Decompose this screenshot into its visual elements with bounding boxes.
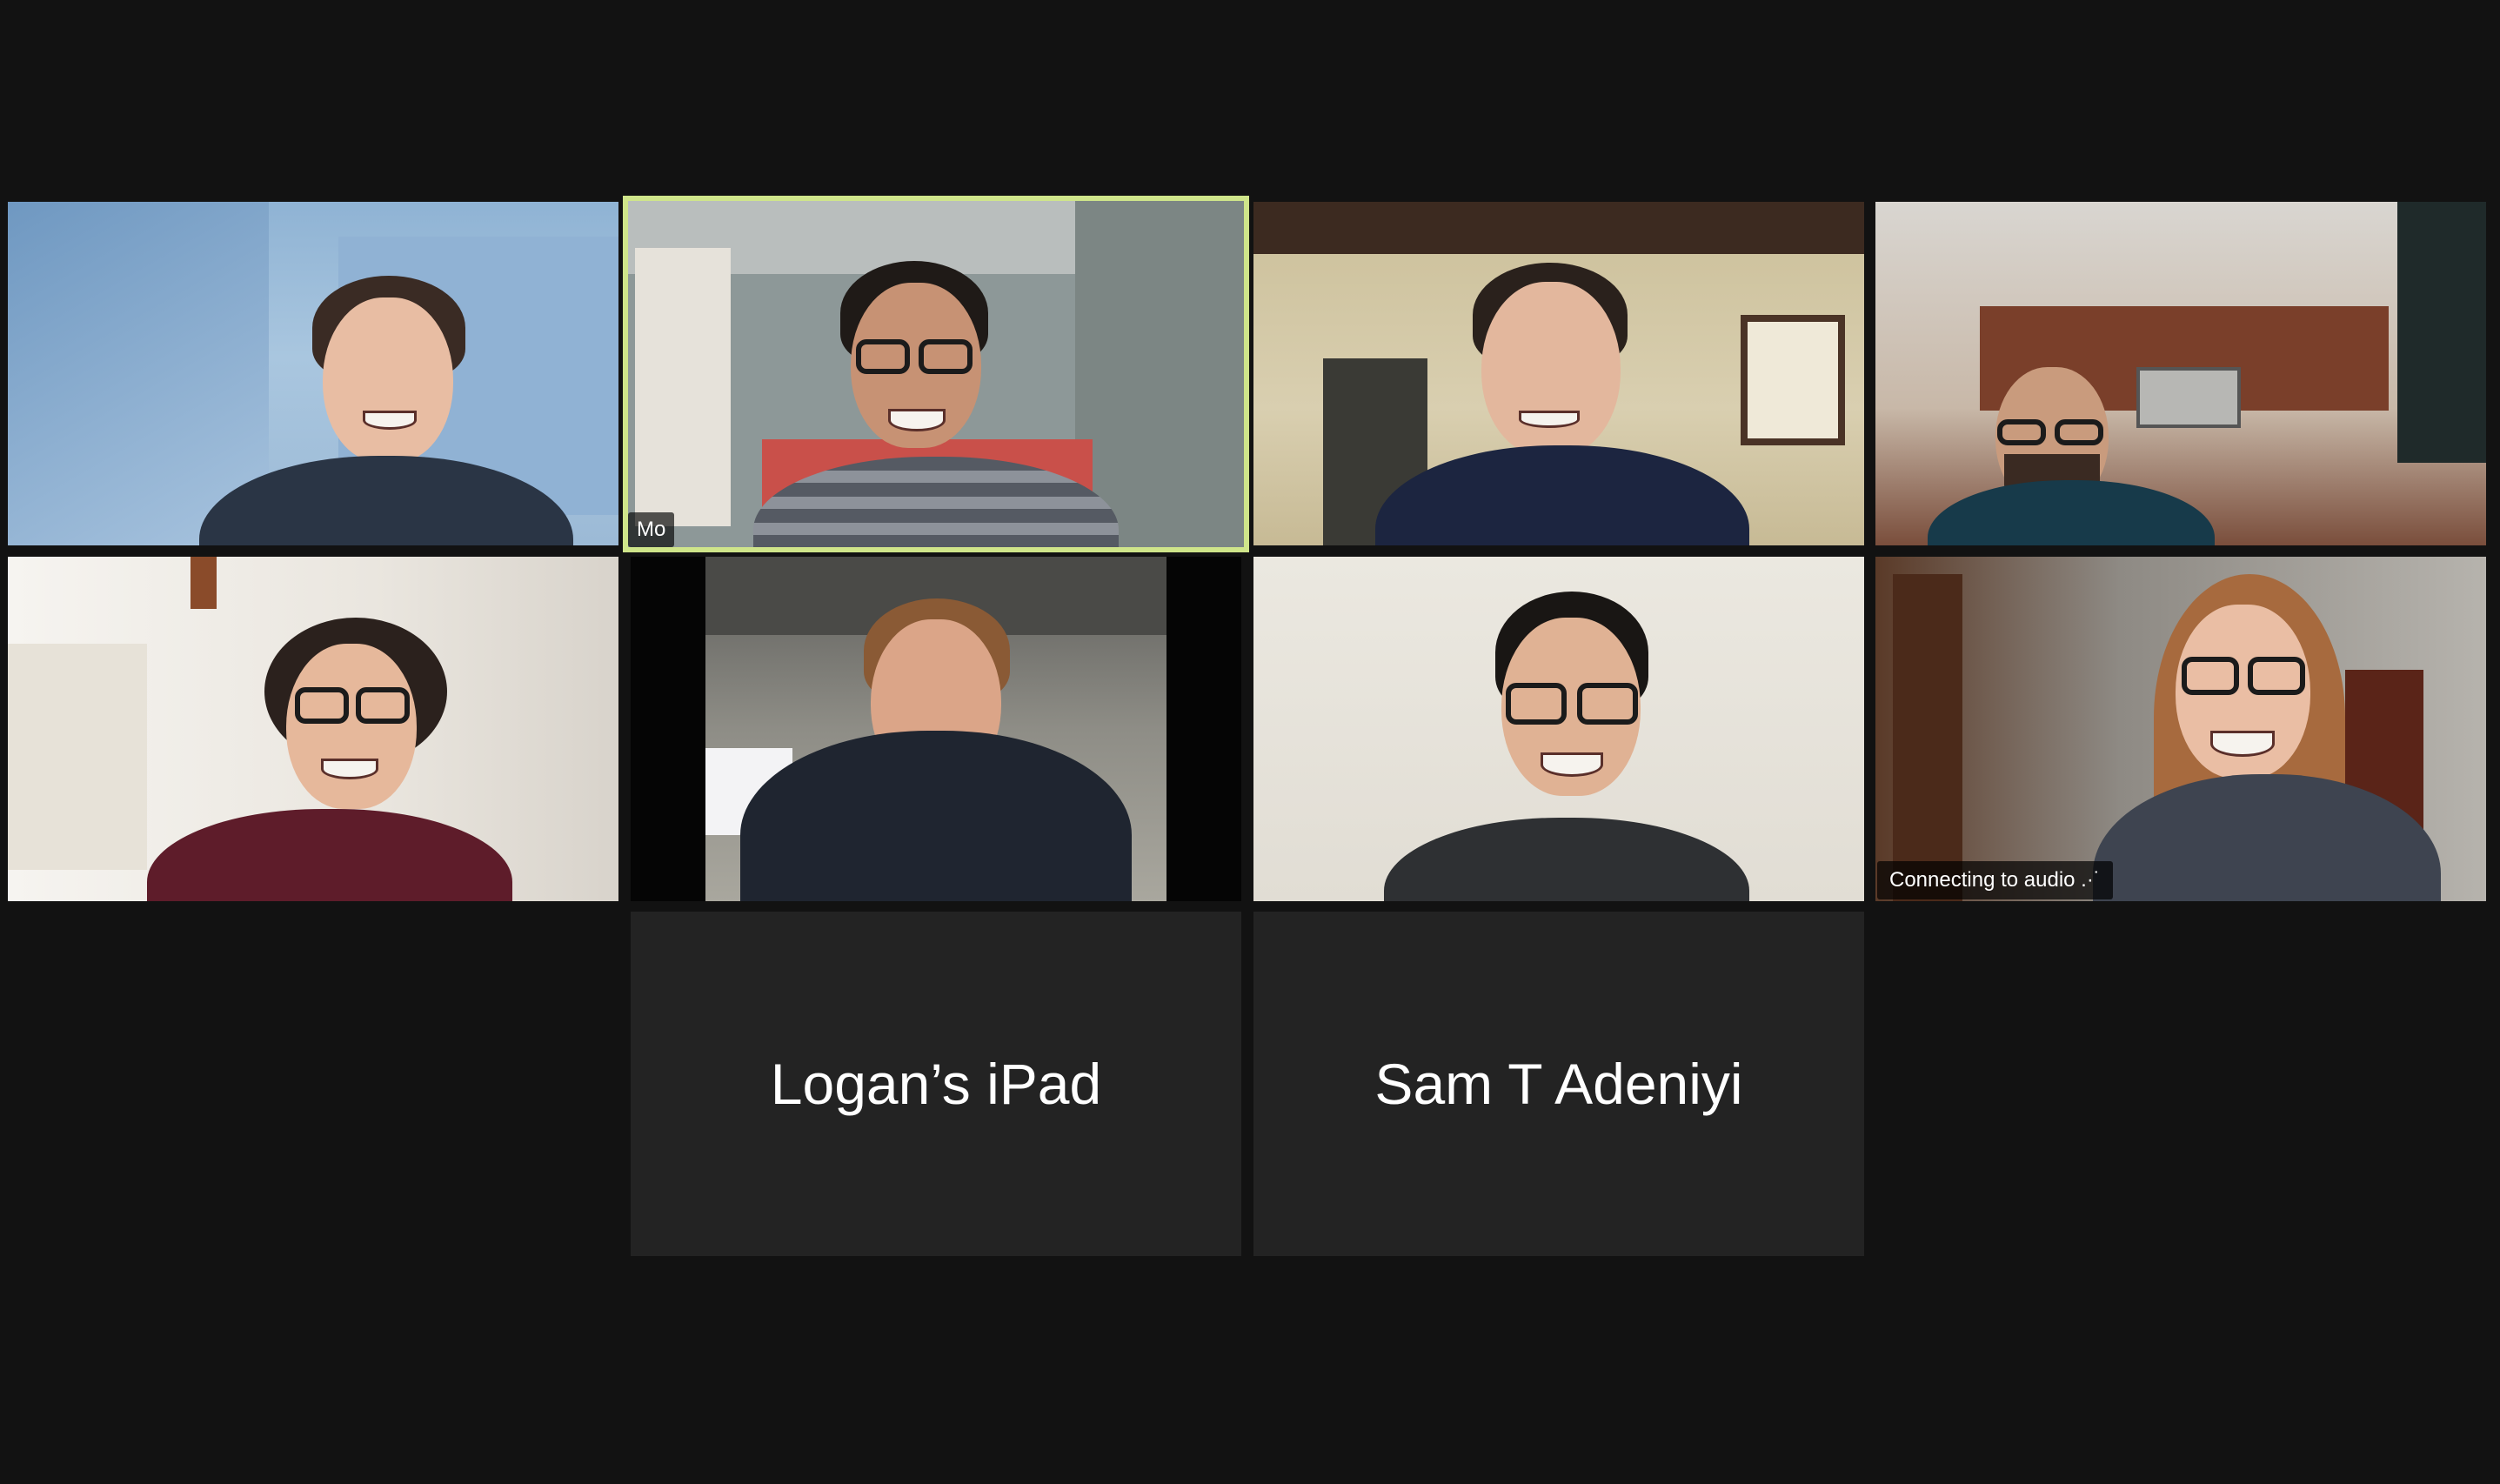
participant-video xyxy=(8,202,618,545)
participant-video xyxy=(1875,202,2486,545)
participant-display-name: Sam T Adeniyi xyxy=(1374,1052,1743,1116)
video-tile-6[interactable] xyxy=(631,557,1241,901)
participant-video xyxy=(1253,202,1864,545)
video-tile-1[interactable] xyxy=(8,202,618,545)
participant-display-name: Logan’s iPad xyxy=(770,1052,1102,1116)
video-tile-5[interactable] xyxy=(8,557,618,901)
participant-video xyxy=(8,557,618,901)
audio-status-text: Connecting to audio xyxy=(1889,868,2076,892)
video-tile-4[interactable] xyxy=(1875,202,2486,545)
ellipsis-icon: .·˙ xyxy=(2081,868,2101,892)
audio-only-tile-1[interactable]: Logan’s iPad xyxy=(631,912,1241,1256)
participant-video xyxy=(1253,557,1864,901)
participant-video xyxy=(1875,557,2486,901)
participant-name-tag: Mo xyxy=(628,512,675,547)
audio-only-tile-2[interactable]: Sam T Adeniyi xyxy=(1253,912,1864,1256)
audio-status-tag: Connecting to audio .·˙ xyxy=(1877,861,2113,899)
video-tile-8[interactable]: Connecting to audio .·˙ xyxy=(1875,557,2486,901)
participant-video xyxy=(705,557,1166,901)
participant-video xyxy=(623,196,1249,552)
video-tile-3[interactable] xyxy=(1253,202,1864,545)
video-tile-active-speaker[interactable]: Mo xyxy=(623,196,1249,552)
video-tile-7[interactable] xyxy=(1253,557,1864,901)
